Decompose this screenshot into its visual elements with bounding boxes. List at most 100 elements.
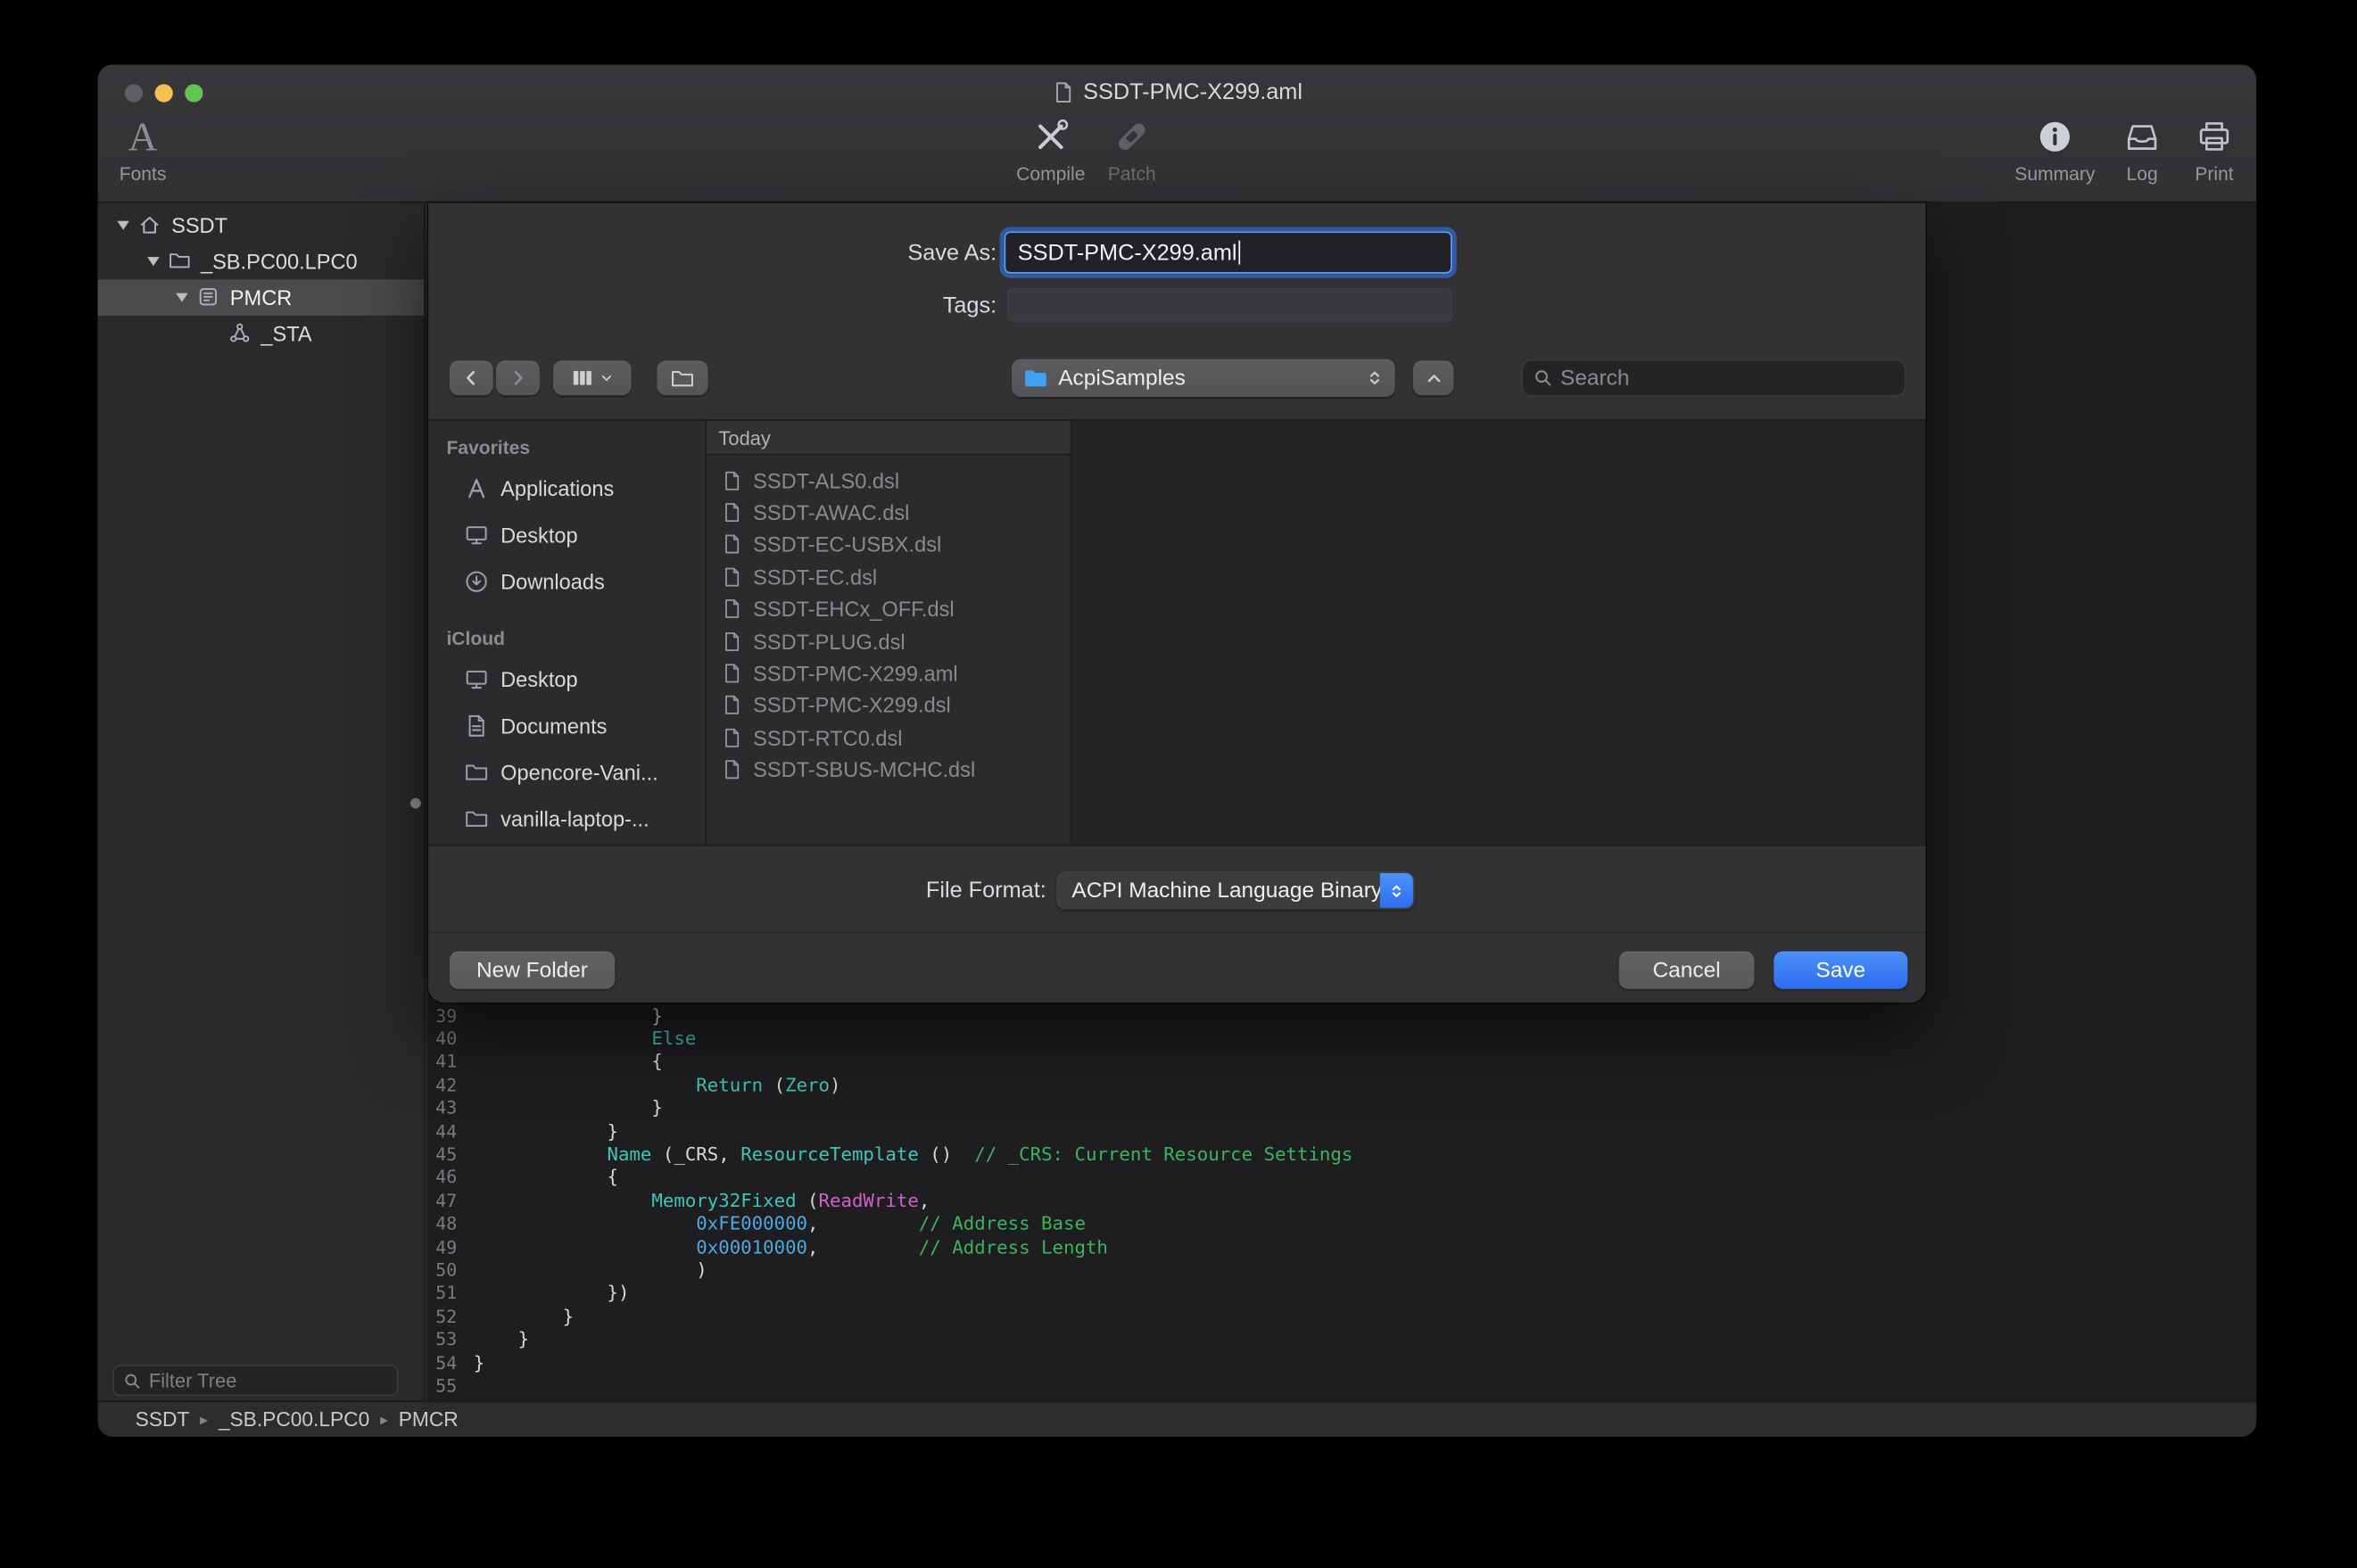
- acpi-tree: SSDT_SB.PC00.LPC0PMCR_STA: [98, 208, 425, 352]
- downloads-icon: [465, 569, 489, 593]
- line-number: 49: [427, 1236, 465, 1258]
- maciasl-window: SSDT-PMC-X299.aml A Fonts Compile Patch …: [98, 64, 2257, 1436]
- sidebar-item-downloads[interactable]: Downloads: [428, 557, 705, 604]
- file-name: SSDT-EC-USBX.dsl: [753, 532, 941, 557]
- sidebar-item-applications[interactable]: Applications: [428, 465, 705, 511]
- code-line-40: 40 Else: [427, 1027, 2257, 1051]
- sidebar-item-opencore-vani[interactable]: Opencore-Vani...: [428, 748, 705, 795]
- device-icon: [197, 285, 221, 309]
- document-icon: [722, 727, 743, 748]
- document-icon: [722, 695, 743, 716]
- line-number: 47: [427, 1190, 465, 1211]
- splitter-handle[interactable]: [410, 798, 421, 809]
- code-text: }: [465, 1097, 663, 1118]
- sidebar-item-desktop[interactable]: Desktop: [428, 511, 705, 557]
- folder-action-button[interactable]: [657, 360, 707, 395]
- desktop-icon: [465, 666, 489, 690]
- line-number: 51: [427, 1283, 465, 1304]
- compile-icon: [1031, 112, 1071, 161]
- sidebar-item-desktop[interactable]: Desktop: [428, 656, 705, 702]
- disclosure-triangle-icon[interactable]: [176, 293, 187, 302]
- toolbar-patch-label: Patch: [1108, 164, 1156, 186]
- file-item-ssdt-sbus-mchc-dsl[interactable]: SSDT-SBUS-MCHC.dsl: [707, 754, 1071, 786]
- line-number: 53: [427, 1329, 465, 1350]
- file-item-ssdt-als0-dsl[interactable]: SSDT-ALS0.dsl: [707, 465, 1071, 497]
- disclosure-triangle-icon[interactable]: [146, 257, 158, 266]
- tree-item-sb-pc00-lpc0[interactable]: _SB.PC00.LPC0: [98, 243, 425, 279]
- sidebar-item-documents[interactable]: Documents: [428, 702, 705, 748]
- code-line-42: 42 Return (Zero): [427, 1073, 2257, 1096]
- code-line-48: 48 0xFE000000, // Address Base: [427, 1212, 2257, 1235]
- toolbar-log-button[interactable]: Log: [2102, 112, 2183, 196]
- toolbar-summary-button[interactable]: Summary: [2014, 112, 2096, 196]
- new-folder-button[interactable]: New Folder: [450, 952, 615, 989]
- file-format-popup[interactable]: ACPI Machine Language Binary: [1057, 871, 1415, 909]
- file-item-ssdt-awac-dsl[interactable]: SSDT-AWAC.dsl: [707, 497, 1071, 529]
- icloud-header: iCloud: [428, 625, 705, 652]
- file-item-ssdt-ec-dsl[interactable]: SSDT-EC.dsl: [707, 561, 1071, 593]
- line-number: 42: [427, 1075, 465, 1096]
- search-input[interactable]: Search: [1521, 359, 1906, 397]
- tree-item-ssdt[interactable]: SSDT: [98, 208, 425, 243]
- file-name: SSDT-PMC-X299.dsl: [753, 693, 951, 717]
- document-icon: [722, 663, 743, 684]
- back-button[interactable]: [450, 360, 493, 395]
- sidebar-item-label: Desktop: [500, 666, 578, 690]
- chevron-left-icon: [461, 368, 481, 388]
- line-number: 46: [427, 1167, 465, 1188]
- file-name: SSDT-ALS0.dsl: [753, 468, 899, 492]
- file-item-ssdt-plug-dsl[interactable]: SSDT-PLUG.dsl: [707, 625, 1071, 657]
- toolbar-compile-label: Compile: [1016, 164, 1085, 186]
- file-item-ssdt-ec-usbx-dsl[interactable]: SSDT-EC-USBX.dsl: [707, 529, 1071, 561]
- cancel-button[interactable]: Cancel: [1619, 952, 1755, 989]
- titlebar-toolbar: SSDT-PMC-X299.aml A Fonts Compile Patch …: [98, 64, 2257, 202]
- file-name: SSDT-AWAC.dsl: [753, 500, 909, 524]
- code-line-41: 41 {: [427, 1050, 2257, 1073]
- patch-icon: [1112, 112, 1152, 161]
- toolbar-patch-button[interactable]: Patch: [1091, 112, 1172, 196]
- popup-stepper: [1380, 873, 1413, 908]
- toolbar-log-label: Log: [2127, 164, 2158, 186]
- code-text: 0xFE000000, // Address Base: [465, 1213, 1086, 1234]
- toolbar-print-button[interactable]: Print: [2174, 112, 2255, 196]
- next-column-empty: [1071, 421, 1925, 845]
- sidebar-item-label: Documents: [500, 714, 607, 738]
- filter-placeholder: Filter Tree: [149, 1369, 237, 1391]
- file-item-ssdt-rtc0-dsl[interactable]: SSDT-RTC0.dsl: [707, 722, 1071, 754]
- home-icon: [138, 213, 162, 237]
- code-text: {: [465, 1167, 618, 1188]
- location-popup[interactable]: AcpiSamples: [1012, 359, 1395, 397]
- search-icon: [123, 1372, 141, 1390]
- toolbar-fonts-button[interactable]: A Fonts: [103, 112, 184, 196]
- line-number: 41: [427, 1052, 465, 1073]
- code-line-45: 45 Name (_CRS, ResourceTemplate () // _C…: [427, 1143, 2257, 1166]
- file-item-ssdt-pmc-x299-dsl[interactable]: SSDT-PMC-X299.dsl: [707, 689, 1071, 722]
- tags-input[interactable]: [1007, 289, 1452, 322]
- file-item-ssdt-ehcx-off-dsl[interactable]: SSDT-EHCx_OFF.dsl: [707, 593, 1071, 625]
- code-text: }: [465, 1329, 530, 1350]
- breadcrumb-separator: ▸: [200, 1410, 208, 1428]
- document-icon: [722, 534, 743, 556]
- save-as-input[interactable]: SSDT-PMC-X299.aml: [1005, 231, 1452, 273]
- filter-tree-input[interactable]: Filter Tree: [112, 1365, 398, 1396]
- view-mode-button[interactable]: [553, 360, 632, 395]
- dialog-sidebar: Favorites ApplicationsDesktopDownloads i…: [428, 421, 705, 845]
- line-number: 50: [427, 1259, 465, 1281]
- popup-chevrons-icon: [1367, 370, 1384, 387]
- sidebar-item-vanilla-laptop[interactable]: vanilla-laptop-...: [428, 795, 705, 841]
- save-button[interactable]: Save: [1774, 952, 1907, 989]
- method-icon: [227, 322, 252, 346]
- forward-button[interactable]: [496, 360, 540, 395]
- tree-item-pmcr[interactable]: PMCR: [98, 279, 425, 315]
- document-icon: [722, 566, 743, 588]
- up-directory-button[interactable]: [1413, 360, 1453, 395]
- code-line-50: 50 ): [427, 1259, 2257, 1282]
- search-icon: [1534, 368, 1553, 388]
- line-number: 45: [427, 1143, 465, 1165]
- tree-item-sta[interactable]: _STA: [98, 316, 425, 351]
- line-number: 39: [427, 1005, 465, 1027]
- toolbar-compile-button[interactable]: Compile: [1010, 112, 1091, 196]
- disclosure-triangle-icon[interactable]: [117, 221, 128, 230]
- chevron-down-icon: [600, 371, 613, 384]
- file-item-ssdt-pmc-x299-aml[interactable]: SSDT-PMC-X299.aml: [707, 657, 1071, 689]
